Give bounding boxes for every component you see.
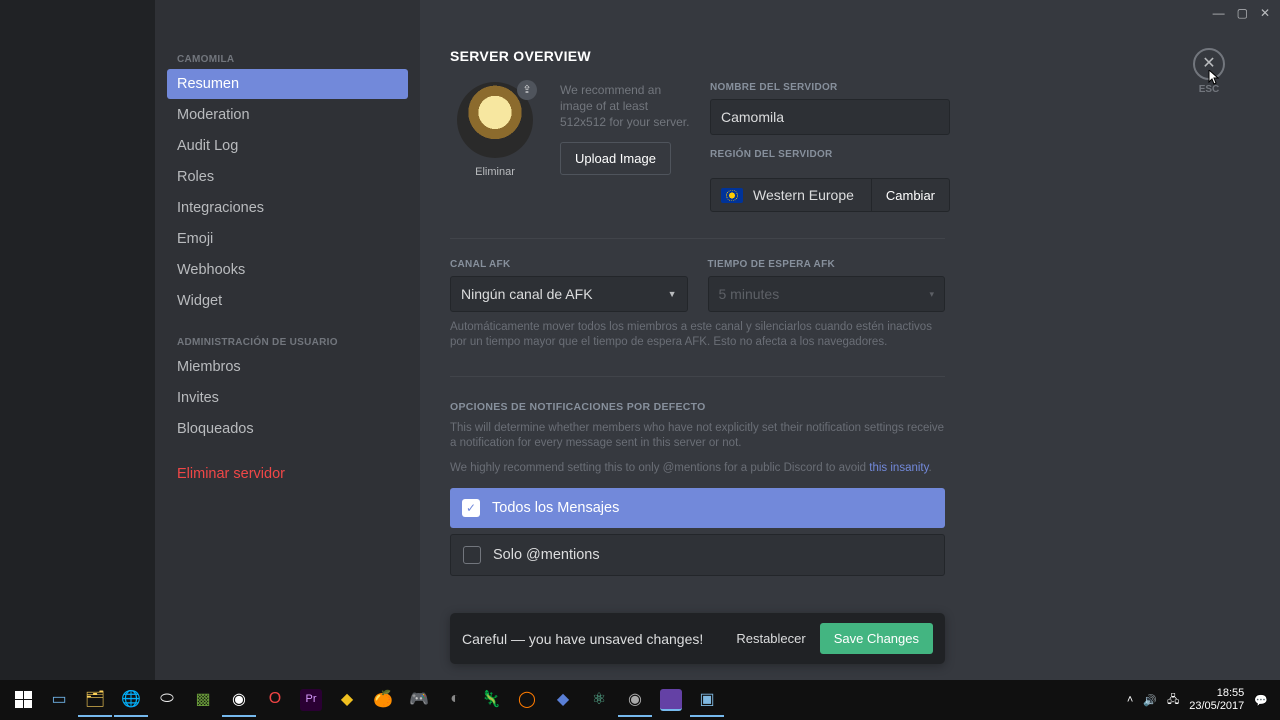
network-icon[interactable]: 🖧 [1167,691,1179,710]
taskbar-app-icon[interactable]: 🍊 [366,683,400,717]
afk-timeout-label: TIEMPO DE ESPERA AFK [708,259,946,270]
action-center-icon[interactable]: 💬 [1254,694,1268,707]
reset-button[interactable]: Restablecer [722,623,819,654]
eu-flag-icon [721,188,743,203]
this-insanity-link[interactable]: this insanity [869,462,928,474]
taskbar-app-icon[interactable]: 🦎 [474,683,508,717]
minecraft-icon[interactable]: ▩ [186,683,220,717]
window-minimize[interactable]: — [1213,6,1225,20]
twitch-icon[interactable] [660,689,682,711]
taskbar-app-icon[interactable]: ◆ [546,683,580,717]
option-mentions-label: Solo @mentions [493,547,600,563]
sidebar-item-miembros[interactable]: Miembros [167,352,408,382]
notifications-help-2: We highly recommend setting this to only… [450,461,945,476]
sidebar-item-integraciones[interactable]: Integraciones [167,193,408,223]
region-name: Western Europe [753,187,854,203]
server-avatar[interactable]: ⇪ [457,82,533,158]
option-all-label: Todos los Mensajes [492,500,619,516]
chrome-icon[interactable]: 🌐 [114,683,148,717]
steam-icon[interactable]: ◐ [438,683,472,717]
remove-avatar-link[interactable]: Eliminar [450,166,540,178]
afk-channel-value: Ningún canal de AFK [461,286,593,302]
save-changes-button[interactable]: Save Changes [820,623,933,654]
server-region-label: REGIÓN DEL SERVIDOR [710,149,950,160]
start-button[interactable] [6,683,40,717]
region-display: Western Europe [710,178,872,212]
afk-timeout-value: 5 minutes [719,286,780,302]
server-name-label: NOMBRE DEL SERVIDOR [710,82,950,93]
page-title: SERVER OVERVIEW [450,48,1240,64]
taskbar-app-icon[interactable]: ◆ [330,683,364,717]
esc-label: ESC [1193,84,1225,95]
notifications-help-1: This will determine whether members who … [450,421,945,451]
sidebar-category-user-admin: ADMINISTRACIÓN DE USUARIO [167,331,408,352]
sidebar-item-moderation[interactable]: Moderation [167,100,408,130]
divider [450,376,945,377]
premiere-icon[interactable]: Pr [300,689,322,711]
afk-help-text: Automáticamente mover todos los miembros… [450,320,945,350]
taskview-icon[interactable]: ▭ [42,683,76,717]
file-explorer-icon[interactable]: 🗂 [78,683,112,717]
obs-icon[interactable]: ◉ [222,683,256,717]
sidebar-item-delete-server[interactable]: Eliminar servidor [167,459,408,489]
upload-indicator-icon: ⇪ [517,80,537,100]
sidebar-category-server: CAMOMILA [167,48,408,69]
upload-image-button[interactable]: Upload Image [560,142,671,175]
notifications-title: OPCIONES DE NOTIFICACIONES POR DEFECTO [450,401,1240,413]
opera-icon[interactable]: O [258,683,292,717]
chevron-down-icon: ▾ [929,289,934,300]
window-maximize[interactable]: ▢ [1237,6,1248,20]
checkbox-unchecked-icon [463,546,481,564]
notification-option-mentions[interactable]: Solo @mentions [450,534,945,576]
sidebar-item-bloqueados[interactable]: Bloqueados [167,414,408,444]
clock[interactable]: 18:55 23/05/2017 [1189,687,1244,713]
close-settings-button[interactable]: ✕ [1193,48,1225,80]
taskbar-app-icon[interactable]: ◉ [618,683,652,717]
checkbox-checked-icon: ✓ [462,499,480,517]
taskbar-app-icon[interactable]: ◯ [510,683,544,717]
egg-icon[interactable]: ⬭ [150,683,184,717]
taskbar-app-icon[interactable]: 🎮 [402,683,436,717]
atom-icon[interactable]: ⚛ [582,683,616,717]
windows-taskbar: ▭ 🗂 🌐 ⬭ ▩ ◉ O Pr ◆ 🍊 🎮 ◐ 🦎 ◯ ◆ ⚛ ◉ ▣ ˄ 🔊… [0,680,1280,720]
settings-sidebar: CAMOMILA Resumen Moderation Audit Log Ro… [155,0,420,680]
unsaved-text: Careful — you have unsaved changes! [462,631,722,647]
settings-content: ✕ ESC SERVER OVERVIEW ⇪ Eliminar We reco… [420,0,1280,680]
sidebar-item-audit-log[interactable]: Audit Log [167,131,408,161]
photos-icon[interactable]: ▣ [690,683,724,717]
afk-channel-select[interactable]: Ningún canal de AFK ▼ [450,276,688,312]
window-close[interactable]: ✕ [1260,6,1270,20]
unsaved-changes-bar: Careful — you have unsaved changes! Rest… [450,613,945,664]
sidebar-item-roles[interactable]: Roles [167,162,408,192]
chevron-down-icon: ▼ [668,289,677,299]
sidebar-item-webhooks[interactable]: Webhooks [167,255,408,285]
change-region-button[interactable]: Cambiar [872,178,950,212]
sidebar-item-resumen[interactable]: Resumen [167,69,408,99]
afk-channel-label: CANAL AFK [450,259,688,270]
afk-timeout-select[interactable]: 5 minutes ▾ [708,276,946,312]
avatar-recommend-text: We recommend an image of at least 512x51… [560,82,690,130]
tray-up-icon[interactable]: ˄ [1127,694,1133,706]
sidebar-item-invites[interactable]: Invites [167,383,408,413]
sidebar-item-emoji[interactable]: Emoji [167,224,408,254]
sidebar-item-widget[interactable]: Widget [167,286,408,316]
notification-option-all[interactable]: ✓ Todos los Mensajes [450,488,945,528]
volume-icon[interactable]: 🔊 [1143,694,1157,707]
server-name-input[interactable] [710,99,950,135]
divider [450,238,945,239]
